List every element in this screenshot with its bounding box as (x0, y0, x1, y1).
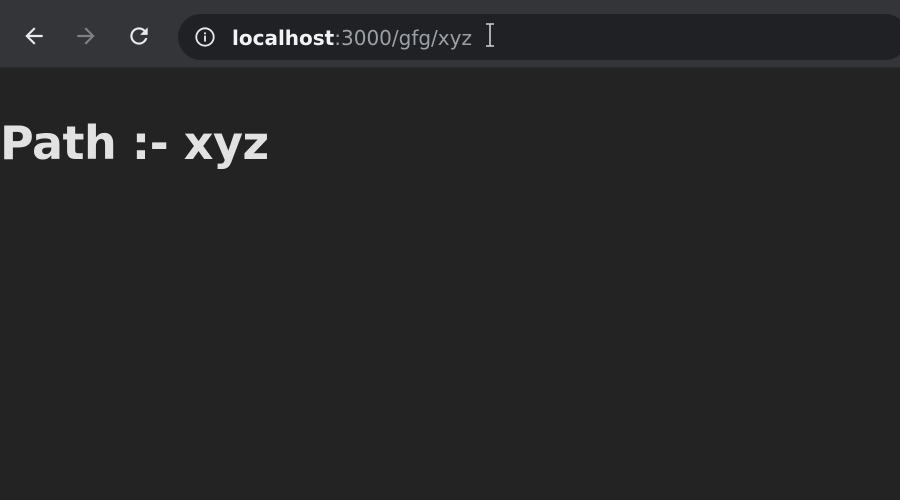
url-path: :3000/gfg/xyz (334, 26, 472, 50)
browser-toolbar: localhost:3000/gfg/xyz (0, 0, 900, 68)
url-text[interactable]: localhost:3000/gfg/xyz (232, 26, 472, 50)
forward-button[interactable] (68, 18, 104, 54)
reload-button[interactable] (121, 18, 157, 54)
page-heading: Path :- xyz (0, 116, 269, 170)
back-button[interactable] (16, 18, 52, 54)
address-bar[interactable]: localhost:3000/gfg/xyz (178, 14, 900, 60)
forward-arrow-icon (77, 27, 95, 45)
reload-icon (130, 27, 148, 45)
text-cursor-icon (486, 23, 494, 47)
info-icon[interactable] (194, 26, 216, 48)
back-arrow-icon (25, 27, 43, 45)
url-host: localhost (232, 26, 335, 50)
page-content: Path :- xyz (0, 68, 900, 500)
